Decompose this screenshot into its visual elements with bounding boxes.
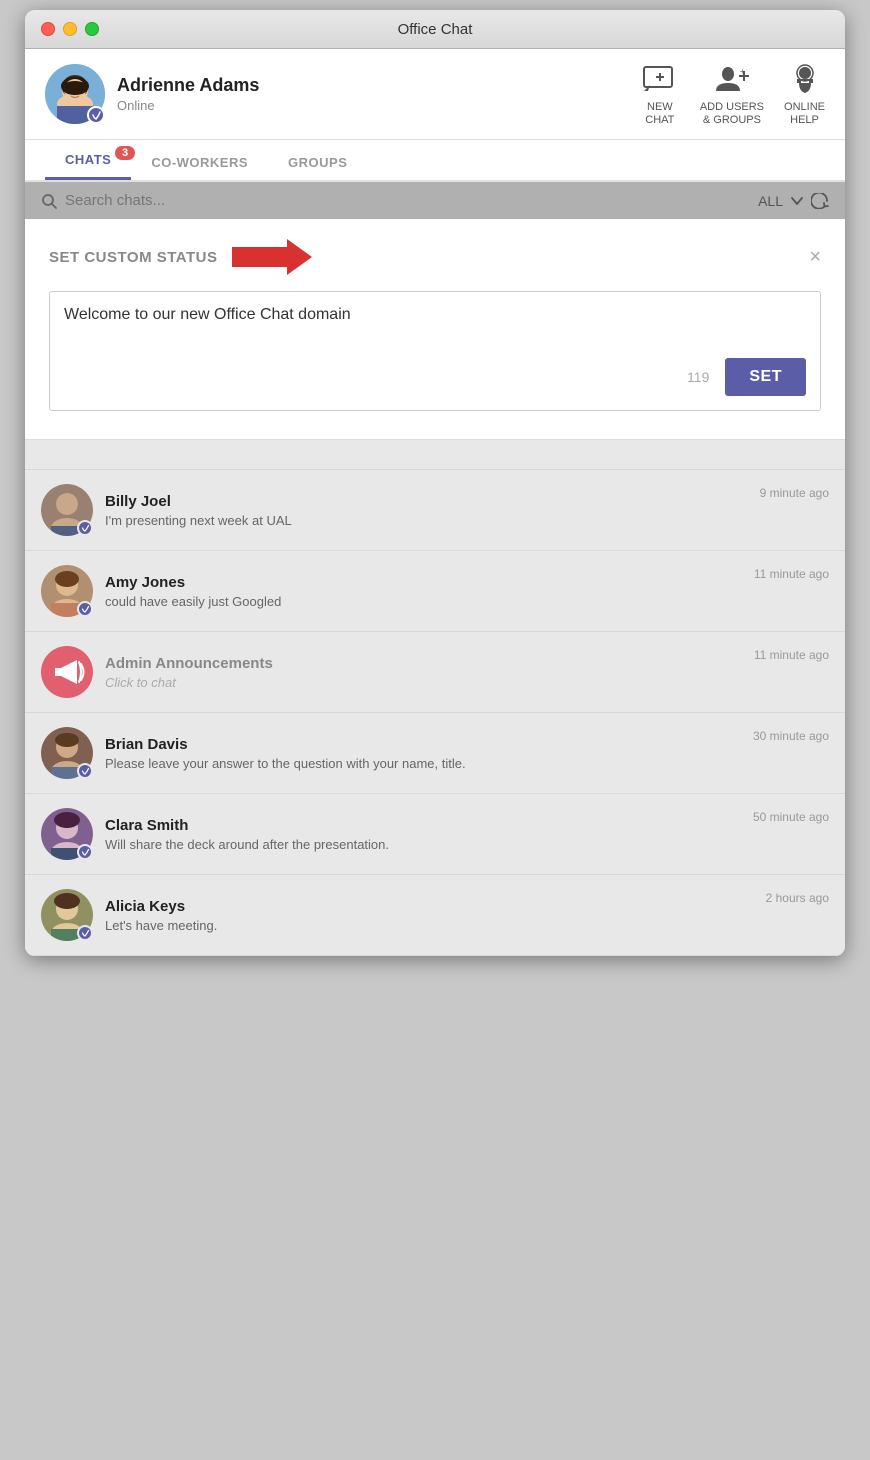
alicia-keys-status-indicator bbox=[77, 925, 93, 941]
status-text-display[interactable]: Welcome to our new Office Chat domain bbox=[64, 306, 806, 346]
billy-joel-name: Billy Joel bbox=[105, 493, 748, 510]
admin-announcements-content: Admin Announcements Click to chat bbox=[105, 655, 742, 690]
brian-davis-content: Brian Davis Please leave your answer to … bbox=[105, 736, 741, 771]
title-bar: Office Chat bbox=[25, 10, 845, 49]
add-users-icon: + bbox=[712, 61, 752, 97]
tab-chats[interactable]: CHATS 3 bbox=[45, 140, 131, 180]
tab-coworkers[interactable]: CO-WORKERS bbox=[131, 143, 268, 180]
user-name: Adrienne Adams bbox=[117, 75, 259, 96]
modal-title-wrap: SET CUSTOM STATUS bbox=[49, 239, 312, 275]
online-help-label: ONLINEHELP bbox=[784, 101, 825, 127]
svg-text:+: + bbox=[740, 67, 745, 76]
red-arrow-icon bbox=[232, 239, 312, 275]
filter-chevron-icon bbox=[791, 197, 803, 205]
chat-list: Billy Joel I'm presenting next week at U… bbox=[25, 440, 845, 956]
partial-chat-item bbox=[25, 440, 845, 470]
search-filter[interactable]: ALL bbox=[758, 193, 829, 209]
status-input-wrap: Welcome to our new Office Chat domain 11… bbox=[49, 291, 821, 411]
close-window-button[interactable] bbox=[41, 22, 55, 36]
chat-item-billy-joel[interactable]: Billy Joel I'm presenting next week at U… bbox=[25, 470, 845, 551]
header-actions: NEWCHAT + ADD USERS& GROUPS bbox=[640, 61, 825, 127]
billy-joel-content: Billy Joel I'm presenting next week at U… bbox=[105, 493, 748, 528]
amy-jones-status-indicator bbox=[77, 601, 93, 617]
new-chat-label: NEWCHAT bbox=[645, 101, 674, 127]
clara-smith-status-indicator bbox=[77, 844, 93, 860]
brian-davis-status-indicator bbox=[77, 763, 93, 779]
brian-davis-preview: Please leave your answer to the question… bbox=[105, 756, 741, 771]
app-header: Adrienne Adams Online NEWCHAT bbox=[25, 49, 845, 140]
user-online-status-text: Online bbox=[117, 98, 259, 113]
alicia-keys-time: 2 hours ago bbox=[766, 891, 829, 905]
online-help-icon bbox=[785, 61, 825, 97]
minimize-window-button[interactable] bbox=[63, 22, 77, 36]
admin-announcements-avatar bbox=[41, 646, 93, 698]
brian-davis-avatar-wrap bbox=[41, 727, 93, 779]
alicia-keys-preview: Let's have meeting. bbox=[105, 918, 754, 933]
amy-jones-avatar-wrap bbox=[41, 565, 93, 617]
char-count: 119 bbox=[687, 369, 709, 385]
user-info: Adrienne Adams Online bbox=[45, 64, 259, 124]
set-status-button[interactable]: SET bbox=[725, 358, 806, 396]
billy-joel-time: 9 minute ago bbox=[760, 486, 829, 500]
modal-title: SET CUSTOM STATUS bbox=[49, 249, 218, 266]
alicia-keys-name: Alicia Keys bbox=[105, 898, 754, 915]
admin-announcements-name: Admin Announcements bbox=[105, 655, 742, 672]
user-online-status-indicator bbox=[87, 106, 105, 124]
billy-joel-preview: I'm presenting next week at UAL bbox=[105, 513, 748, 528]
online-help-button[interactable]: ONLINEHELP bbox=[784, 61, 825, 127]
brian-davis-time: 30 minute ago bbox=[753, 729, 829, 743]
search-icon bbox=[41, 193, 57, 209]
admin-announcements-avatar-wrap bbox=[41, 646, 93, 698]
chat-item-admin-announcements[interactable]: Admin Announcements Click to chat 11 min… bbox=[25, 632, 845, 713]
app-title: Office Chat bbox=[398, 21, 473, 38]
add-users-button[interactable]: + ADD USERS& GROUPS bbox=[700, 61, 764, 127]
add-users-label: ADD USERS& GROUPS bbox=[700, 101, 764, 127]
amy-jones-preview: could have easily just Googled bbox=[105, 594, 742, 609]
amy-jones-time: 11 minute ago bbox=[754, 567, 829, 581]
maximize-window-button[interactable] bbox=[85, 22, 99, 36]
amy-jones-name: Amy Jones bbox=[105, 574, 742, 591]
tabs-bar: CHATS 3 CO-WORKERS GROUPS bbox=[25, 140, 845, 182]
alicia-keys-content: Alicia Keys Let's have meeting. bbox=[105, 898, 754, 933]
billy-joel-avatar-wrap bbox=[41, 484, 93, 536]
brian-davis-name: Brian Davis bbox=[105, 736, 741, 753]
chat-item-alicia-keys[interactable]: Alicia Keys Let's have meeting. 2 hours … bbox=[25, 875, 845, 956]
admin-announcements-preview: Click to chat bbox=[105, 675, 742, 690]
app-window: Office Chat bbox=[25, 10, 845, 956]
amy-jones-content: Amy Jones could have easily just Googled bbox=[105, 574, 742, 609]
clara-smith-content: Clara Smith Will share the deck around a… bbox=[105, 817, 741, 852]
billy-joel-status-indicator bbox=[77, 520, 93, 536]
custom-status-modal: SET CUSTOM STATUS × Welcome to our new O… bbox=[25, 219, 845, 440]
new-chat-button[interactable]: NEWCHAT bbox=[640, 61, 680, 127]
tab-groups[interactable]: GROUPS bbox=[268, 143, 367, 180]
clara-smith-preview: Will share the deck around after the pre… bbox=[105, 837, 741, 852]
search-left bbox=[41, 192, 758, 209]
clara-smith-avatar-wrap bbox=[41, 808, 93, 860]
megaphone-icon bbox=[49, 654, 85, 690]
close-modal-button[interactable]: × bbox=[809, 247, 821, 267]
window-controls bbox=[41, 22, 99, 36]
search-input[interactable] bbox=[65, 192, 265, 209]
search-bar: ALL bbox=[25, 182, 845, 219]
chat-item-clara-smith[interactable]: Clara Smith Will share the deck around a… bbox=[25, 794, 845, 875]
alicia-keys-avatar-wrap bbox=[41, 889, 93, 941]
chat-item-brian-davis[interactable]: Brian Davis Please leave your answer to … bbox=[25, 713, 845, 794]
user-avatar-wrap bbox=[45, 64, 105, 124]
modal-header: SET CUSTOM STATUS × bbox=[49, 239, 821, 275]
clara-smith-time: 50 minute ago bbox=[753, 810, 829, 824]
status-footer: 119 SET bbox=[64, 358, 806, 396]
user-details: Adrienne Adams Online bbox=[117, 75, 259, 113]
chat-item-amy-jones[interactable]: Amy Jones could have easily just Googled… bbox=[25, 551, 845, 632]
admin-announcements-time: 11 minute ago bbox=[754, 648, 829, 662]
refresh-icon[interactable] bbox=[811, 193, 829, 209]
new-chat-icon bbox=[640, 61, 680, 97]
clara-smith-name: Clara Smith bbox=[105, 817, 741, 834]
